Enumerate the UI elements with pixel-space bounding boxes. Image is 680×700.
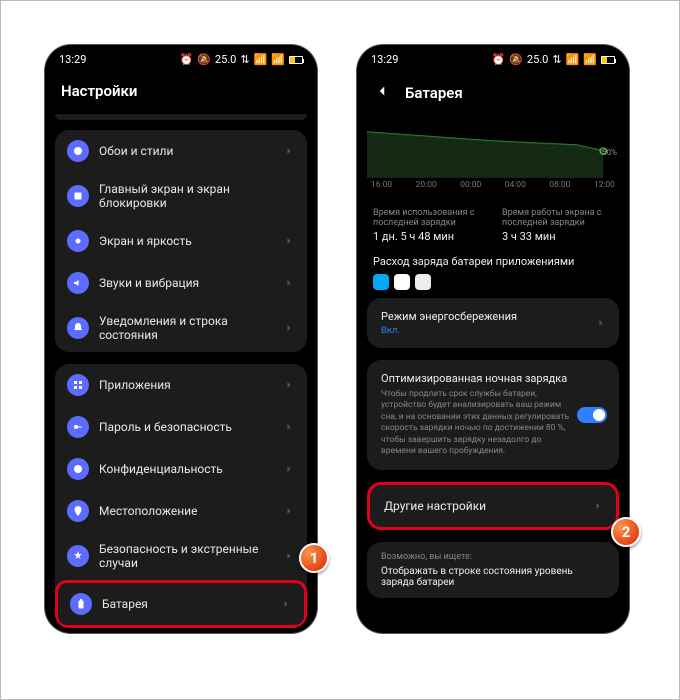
row-label: Режим энергосбережения (381, 310, 605, 323)
row-label: Звуки и вибрация (99, 276, 199, 290)
callout-2: 2 (611, 517, 641, 547)
row-privacy[interactable]: Конфиденциальность (55, 448, 307, 490)
callout-1: 1 (299, 543, 329, 573)
row-notifications[interactable]: Уведомления и строка состояния (55, 304, 307, 352)
chevron-right-icon (283, 277, 295, 289)
app-usage-row[interactable]: Расход заряда батареи приложениями (357, 253, 629, 298)
back-icon[interactable] (373, 82, 391, 104)
location-icon (67, 500, 89, 522)
status-icons: ⏰🔕25.0 ⇅📶📶 (492, 53, 615, 66)
row-apps[interactable]: Приложения (55, 364, 307, 406)
row-label: Безопасность и экстренные случаи (99, 542, 273, 570)
home-icon (67, 185, 89, 207)
metric-label: Время работы экрана с последней зарядки (502, 208, 613, 228)
row-label: Батарея (102, 597, 148, 611)
settings-group-display: Обои и стили Главный экран и экран блоки… (55, 130, 307, 352)
row-display[interactable]: Экран и яркость (55, 220, 307, 262)
status-time: 13:29 (59, 53, 86, 66)
row-label: Местоположение (99, 504, 197, 518)
row-label: Конфиденциальность (99, 462, 223, 476)
search-hint[interactable]: Возможно, вы ищете: Отображать в строке … (367, 542, 619, 598)
hint-text: Отображать в строке состояния уровень за… (381, 566, 605, 588)
status-time: 13:29 (371, 53, 398, 66)
card-partial-top (55, 114, 307, 120)
app-icon (394, 274, 410, 290)
app-icon (415, 274, 431, 290)
app-icons (373, 274, 613, 290)
toggle-switch[interactable] (577, 407, 607, 423)
chevron-right-icon (280, 598, 292, 610)
chevron-right-icon (283, 505, 295, 517)
row-safety[interactable]: Безопасность и экстренные случаи (55, 532, 307, 580)
power-save-row[interactable]: Режим энергосбережения Вкл. (367, 298, 619, 348)
row-label: Экран и яркость (99, 234, 192, 248)
row-wallpaper[interactable]: Обои и стили (55, 130, 307, 172)
battery-icon (70, 593, 92, 615)
row-label: Другие настройки (384, 499, 486, 513)
row-label: Оптимизированная ночная зарядка (381, 372, 571, 385)
row-battery[interactable]: Батарея (55, 580, 307, 628)
status-bar: 13:29 ⏰🔕25.0 ⇅📶📶 (357, 45, 629, 70)
metric-label: Время использования с последней зарядки (373, 208, 484, 228)
bell-icon (67, 317, 89, 339)
chevron-right-icon (283, 145, 295, 157)
chevron-right-icon (283, 421, 295, 433)
chart-y-label: 50% (602, 148, 617, 157)
status-bar: 13:29 ⏰🔕25.0 ⇅📶📶 (45, 45, 317, 70)
metric-value: 1 дн. 5 ч 48 мин (373, 230, 484, 243)
chevron-right-icon (283, 322, 295, 334)
privacy-icon (67, 458, 89, 480)
phone-settings: 13:29 ⏰🔕25.0 ⇅📶📶 Настройки Обои и стили … (45, 45, 317, 633)
row-label: Приложения (99, 378, 171, 392)
row-status: Вкл. (381, 325, 605, 336)
page-title: Настройки (45, 70, 317, 114)
battery-icon (601, 56, 615, 64)
chart-x-ticks: 16:0020:00 00:0004:00 08:0012:00 (367, 178, 619, 190)
chevron-right-icon (595, 317, 607, 329)
usage-label: Расход заряда батареи приложениями (373, 255, 613, 268)
chevron-right-icon (283, 463, 295, 475)
row-label: Уведомления и строка состояния (99, 314, 273, 342)
battery-icon (289, 56, 303, 64)
battery-metrics: Время использования с последней зарядки … (357, 204, 629, 253)
row-home-lock[interactable]: Главный экран и экран блокировки (55, 172, 307, 220)
settings-group-system: Приложения Пароль и безопасность Конфиде… (55, 364, 307, 628)
status-icons: ⏰🔕25.0 ⇅📶📶 (180, 53, 303, 66)
app-icon (373, 274, 389, 290)
row-label: Пароль и безопасность (99, 420, 232, 434)
battery-chart[interactable]: 50% 16:0020:00 00:0004:00 08:0012:00 (367, 118, 619, 196)
night-charge-row[interactable]: Оптимизированная ночная зарядка Чтобы пр… (367, 360, 619, 470)
emergency-icon (67, 545, 89, 567)
chevron-right-icon (283, 379, 295, 391)
row-label: Обои и стили (99, 144, 173, 158)
apps-icon (67, 374, 89, 396)
sound-icon (67, 272, 89, 294)
row-password[interactable]: Пароль и безопасность (55, 406, 307, 448)
row-label: Главный экран и экран блокировки (99, 182, 295, 210)
brightness-icon (67, 230, 89, 252)
phone-battery: 13:29 ⏰🔕25.0 ⇅📶📶 Батарея 50% 16:0020:00 … (357, 45, 629, 633)
other-settings-row[interactable]: Другие настройки (367, 482, 619, 530)
page-title: Батарея (405, 84, 463, 102)
metric-value: 3 ч 33 мин (502, 230, 613, 243)
row-description: Чтобы продлить срок службы батареи, устр… (381, 389, 571, 458)
page-header: Батарея (357, 70, 629, 118)
chevron-right-icon (283, 550, 295, 562)
row-location[interactable]: Местоположение (55, 490, 307, 532)
row-sound[interactable]: Звуки и вибрация (55, 262, 307, 304)
palette-icon (67, 140, 89, 162)
chevron-right-icon (592, 500, 604, 512)
hint-label: Возможно, вы ищете: (381, 552, 605, 562)
chevron-right-icon (283, 235, 295, 247)
key-icon (67, 416, 89, 438)
